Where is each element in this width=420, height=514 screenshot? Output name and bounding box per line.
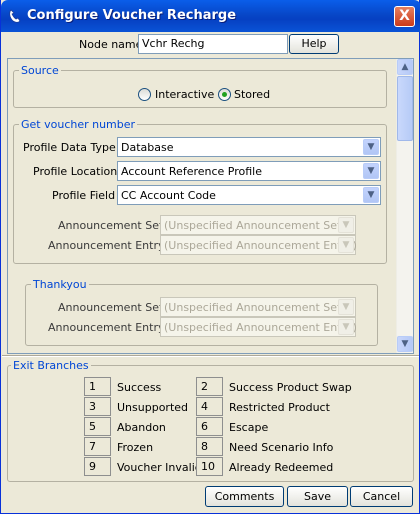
divider [2, 355, 419, 357]
exit-branch-label: Success [117, 381, 162, 394]
save-button[interactable]: Save [287, 486, 348, 507]
source-group-title: Source [19, 64, 61, 77]
exit-branch-number: 1 [84, 377, 111, 396]
profile-data-type-label: Profile Data Type [23, 141, 116, 154]
stored-radio-label: Stored [234, 88, 271, 101]
profile-location-label: Profile Location [33, 165, 118, 178]
exit-branch-label: Restricted Product [229, 401, 330, 414]
cancel-button[interactable]: Cancel [350, 486, 413, 507]
thankyou-announcement-entry-label: Announcement Entry [48, 321, 165, 334]
stored-radio[interactable] [218, 88, 231, 101]
thankyou-announcement-entry-select[interactable]: (Unspecified Announcement Entry) ▼ [160, 317, 357, 337]
exit-branch-number: 5 [84, 417, 111, 436]
get-announcement-entry-value: (Unspecified Announcement Entry) [164, 239, 357, 252]
chevron-down-icon: ▼ [338, 237, 354, 253]
phone-handset-icon [9, 9, 21, 23]
scrollbar-thumb[interactable] [397, 76, 413, 141]
get-announcement-entry-select[interactable]: (Unspecified Announcement Entry) ▼ [160, 235, 357, 255]
profile-location-value: Account Reference Profile [121, 165, 263, 178]
exit-branch-label: Unsupported [117, 401, 189, 414]
window-title: Configure Voucher Recharge [27, 8, 237, 23]
node-name-label: Node name [79, 38, 143, 51]
chevron-down-icon[interactable]: ▼ [363, 163, 379, 179]
exit-branch-number: 6 [196, 417, 223, 436]
exit-branch-number: 7 [84, 437, 111, 456]
configure-voucher-recharge-window: Configure Voucher Recharge X Node name V… [0, 0, 420, 514]
thankyou-announcement-set-label: Announcement Set [58, 301, 164, 314]
vertical-scrollbar[interactable]: ▲ ▼ [396, 59, 413, 353]
exit-branches-title: Exit Branches [11, 359, 91, 372]
chevron-down-icon[interactable]: ▼ [363, 187, 379, 203]
exit-branch-label: Need Scenario Info [229, 441, 334, 454]
thankyou-announcement-set-select[interactable]: (Unspecified Announcement Set) ▼ [160, 297, 356, 317]
get-announcement-set-select[interactable]: (Unspecified Announcement Set) ▼ [160, 215, 356, 235]
title-bar[interactable]: Configure Voucher Recharge X [1, 0, 420, 32]
chevron-down-icon: ▼ [338, 299, 354, 315]
exit-branch-number: 4 [196, 397, 223, 416]
exit-branch-label: Voucher Invalid [117, 461, 202, 474]
exit-branch-number: 3 [84, 397, 111, 416]
exit-branch-number: 2 [196, 377, 223, 396]
exit-branch-label: Already Redeemed [229, 461, 334, 474]
help-button[interactable]: Help [289, 34, 339, 54]
exit-branch-number: 9 [84, 457, 111, 476]
thankyou-group-title: Thankyou [31, 278, 89, 291]
thankyou-announcement-entry-value: (Unspecified Announcement Entry) [164, 321, 357, 334]
scroll-down-icon[interactable]: ▼ [397, 336, 413, 352]
interactive-radio-label: Interactive [155, 88, 215, 101]
settings-scroll-pane[interactable]: Source Interactive Stored Get voucher nu… [7, 58, 414, 354]
profile-location-select[interactable]: Account Reference Profile ▼ [117, 161, 381, 181]
exit-branch-label: Success Product Swap [229, 381, 352, 394]
profile-field-select[interactable]: CC Account Code ▼ [117, 185, 381, 205]
get-announcement-set-label: Announcement Set [58, 219, 164, 232]
chevron-down-icon: ▼ [338, 319, 354, 335]
exit-branch-label: Escape [229, 421, 269, 434]
node-name-input[interactable]: Vchr Rechg [138, 34, 288, 54]
profile-field-label: Profile Field [52, 189, 116, 202]
exit-branch-label: Frozen [117, 441, 154, 454]
get-voucher-number-title: Get voucher number [19, 118, 138, 131]
exit-branch-number: 8 [196, 437, 223, 456]
chevron-down-icon[interactable]: ▼ [363, 139, 379, 155]
profile-data-type-select[interactable]: Database ▼ [117, 137, 381, 157]
exit-branch-label: Abandon [117, 421, 166, 434]
thankyou-announcement-set-value: (Unspecified Announcement Set) [164, 301, 346, 314]
close-button[interactable]: X [394, 6, 415, 27]
get-announcement-set-value: (Unspecified Announcement Set) [164, 219, 346, 232]
profile-field-value: CC Account Code [121, 189, 216, 202]
exit-branch-number: 10 [196, 457, 223, 476]
chevron-down-icon: ▼ [338, 217, 354, 233]
scroll-up-icon[interactable]: ▲ [397, 59, 413, 75]
comments-button[interactable]: Comments [205, 486, 284, 507]
get-announcement-entry-label: Announcement Entry [48, 239, 165, 252]
profile-data-type-value: Database [121, 141, 174, 154]
interactive-radio[interactable] [138, 88, 151, 101]
